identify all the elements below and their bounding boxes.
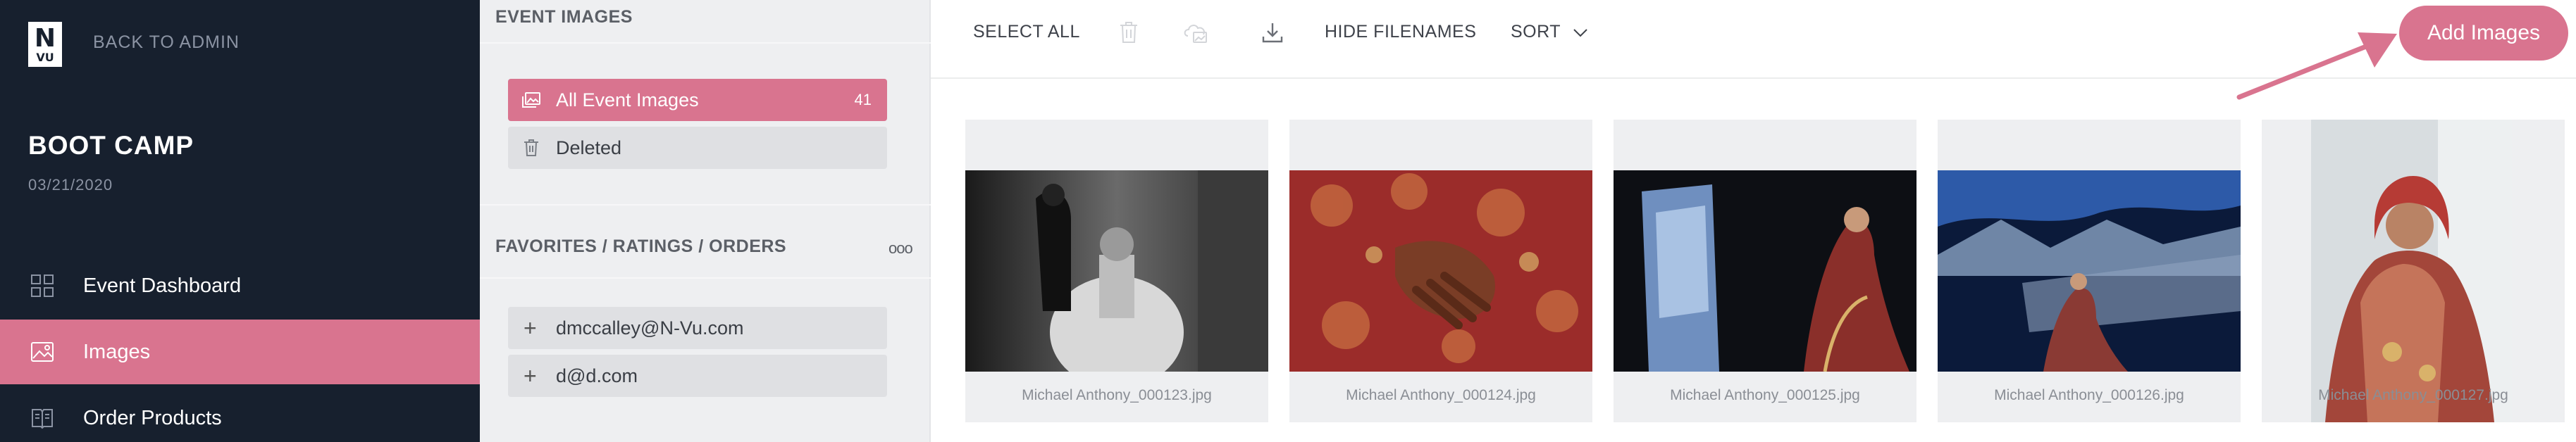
image-thumbnail[interactable]: [1614, 170, 1916, 372]
image-filename: Michael Anthony_000125.jpg: [1670, 387, 1860, 403]
event-date: 03/21/2020: [28, 176, 113, 194]
chevron-down-icon: [1573, 23, 1588, 43]
favorites-label: d@d.com: [556, 365, 638, 386]
download-icon[interactable]: [1257, 17, 1288, 48]
image-card[interactable]: Michael Anthony_000125.jpg: [1614, 120, 1916, 422]
delete-icon[interactable]: [1113, 17, 1144, 48]
favorites-label: dmccalley@N-Vu.com: [556, 317, 744, 339]
image-card[interactable]: Michael Anthony_000127.jpg: [2262, 120, 2565, 422]
album-count: 41: [854, 91, 872, 108]
image-card[interactable]: Michael Anthony_000124.jpg: [1289, 120, 1592, 422]
plus-icon: +: [524, 363, 537, 389]
favorites-list-item[interactable]: + dmccalley@N-Vu.com: [508, 307, 887, 349]
more-options-icon[interactable]: ooo: [888, 239, 913, 258]
image-thumbnail[interactable]: [2262, 120, 2565, 422]
plus-icon: +: [524, 315, 537, 341]
trash-icon: [521, 137, 542, 158]
image-card[interactable]: Michael Anthony_000123.jpg: [965, 120, 1268, 422]
image-filename: Michael Anthony_000124.jpg: [1346, 387, 1536, 403]
favorites-heading: FAVORITES / RATINGS / ORDERS: [495, 236, 787, 256]
divider: [480, 204, 931, 206]
album-label: All Event Images: [556, 89, 699, 110]
album-deleted[interactable]: Deleted: [508, 127, 887, 169]
back-to-admin-link[interactable]: BACK TO ADMIN: [93, 32, 240, 53]
logo-letter: N: [34, 23, 56, 53]
nvu-logo[interactable]: N VU: [28, 22, 62, 67]
nav-item-event-dashboard[interactable]: Event Dashboard: [0, 253, 480, 318]
album-all-event-images[interactable]: All Event Images 41: [508, 79, 887, 121]
divider: [480, 277, 931, 279]
nav-label: Order Products: [83, 406, 222, 429]
hide-filenames-button[interactable]: HIDE FILENAMES: [1325, 22, 1476, 42]
image-filename: Michael Anthony_000127.jpg: [2318, 387, 2508, 403]
sort-label: SORT: [1511, 22, 1561, 42]
select-all-button[interactable]: SELECT ALL: [973, 22, 1080, 42]
image-thumbnail[interactable]: [1289, 170, 1592, 372]
image-filename: Michael Anthony_000123.jpg: [1022, 387, 1212, 403]
image-card[interactable]: Michael Anthony_000126.jpg: [1938, 120, 2241, 422]
nav-label: Images: [83, 340, 151, 363]
image-thumbnail[interactable]: [1938, 170, 2241, 372]
sidebar: N VU BACK TO ADMIN BOOT CAMP 03/21/2020 …: [0, 0, 480, 442]
event-images-heading: EVENT IMAGES: [495, 7, 633, 27]
grid-icon: [30, 273, 55, 298]
logo-letters: VU: [36, 50, 54, 64]
move-to-album-icon[interactable]: [1181, 17, 1212, 48]
divider: [480, 42, 931, 44]
album-panel: EVENT IMAGES All Event Images 41 Deleted…: [480, 0, 931, 442]
nav-item-images[interactable]: Images: [0, 320, 480, 384]
sort-button[interactable]: SORT: [1511, 22, 1588, 43]
favorites-list-item[interactable]: + d@d.com: [508, 355, 887, 397]
album-label: Deleted: [556, 137, 622, 158]
images-icon: [521, 89, 542, 110]
nav-label: Event Dashboard: [83, 274, 242, 297]
book-icon: [30, 405, 55, 431]
image-filename: Michael Anthony_000126.jpg: [1994, 387, 2184, 403]
image-icon: [30, 339, 55, 365]
add-images-button[interactable]: Add Images: [2399, 6, 2568, 61]
pointer-arrow-icon: [2236, 32, 2397, 100]
event-title: BOOT CAMP: [28, 131, 194, 160]
image-thumbnail[interactable]: [965, 170, 1268, 372]
nav-item-order-products[interactable]: Order Products: [0, 386, 480, 442]
